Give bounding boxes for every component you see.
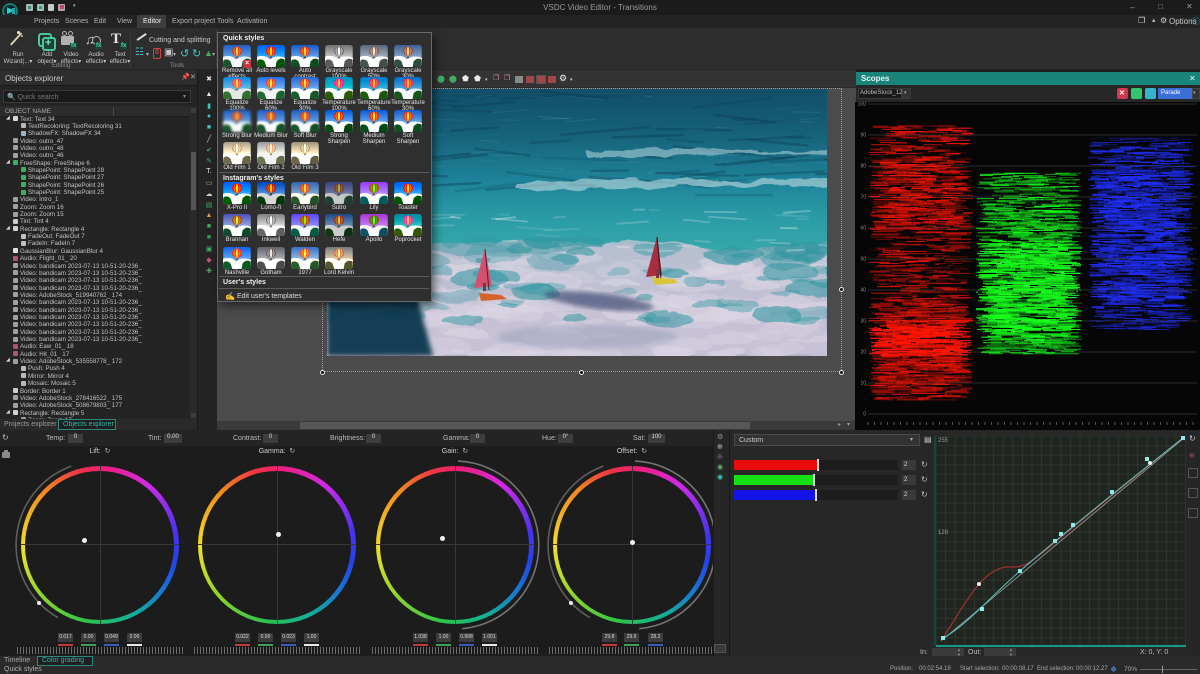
- svg-text:60: 60: [860, 226, 866, 232]
- svg-text:70: 70: [860, 195, 866, 201]
- svg-text:80: 80: [860, 164, 866, 170]
- svg-text:40: 40: [860, 288, 866, 294]
- svg-text:20: 20: [860, 350, 866, 356]
- svg-text:90: 90: [860, 133, 866, 139]
- svg-text:10: 10: [860, 381, 866, 387]
- svg-text:0: 0: [863, 412, 866, 418]
- svg-text:30: 30: [860, 319, 866, 325]
- svg-text:100: 100: [858, 102, 867, 108]
- svg-text:50: 50: [860, 257, 866, 263]
